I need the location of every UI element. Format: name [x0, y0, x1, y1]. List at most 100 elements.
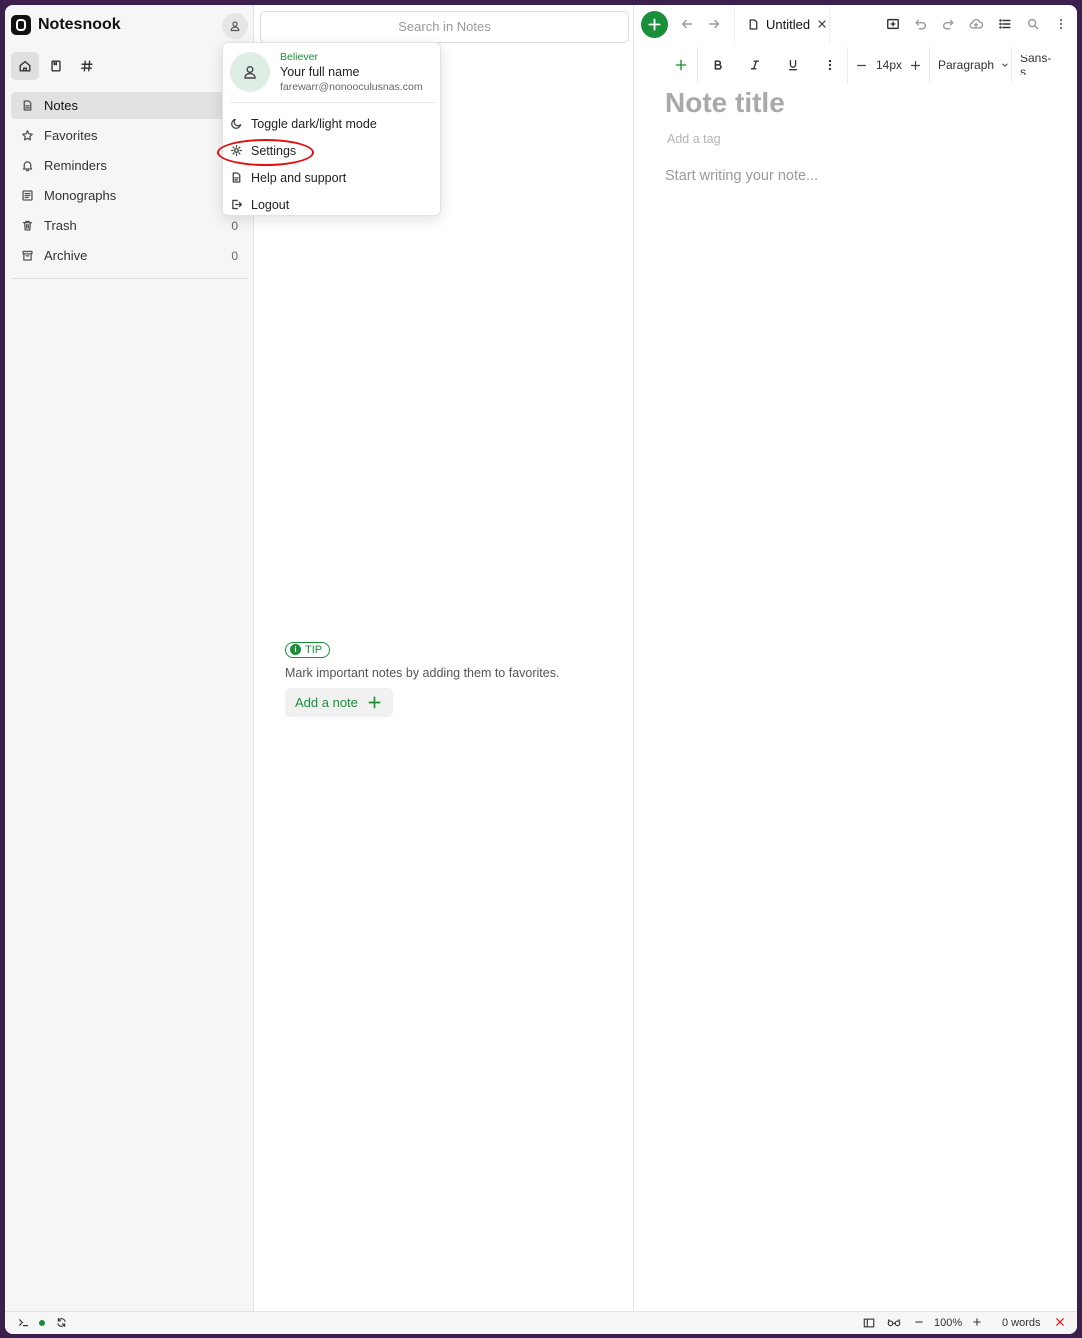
underline-button[interactable] — [785, 55, 801, 75]
bold-icon — [714, 60, 722, 70]
undo-button[interactable] — [912, 15, 930, 33]
archive-icon — [22, 250, 33, 261]
bold-button[interactable] — [710, 55, 726, 75]
user-name: Your full name — [280, 65, 360, 79]
toc-button[interactable] — [996, 15, 1014, 33]
user-icon — [230, 21, 240, 32]
more-vertical-icon — [1059, 18, 1063, 30]
sidebar-item-notes[interactable]: Notes — [11, 92, 248, 119]
toolbar-divider — [847, 47, 848, 83]
sidebar-item-count: 0 — [231, 218, 238, 233]
add-tab-icon — [887, 18, 899, 30]
sidebar-item-monographs[interactable]: Monographs — [11, 182, 248, 209]
menu-item-help[interactable]: Help and support — [230, 164, 435, 191]
arrow-right-icon — [708, 19, 720, 29]
sidebar-item-reminders[interactable]: Reminders — [11, 152, 248, 179]
new-tab-button[interactable] — [884, 15, 902, 33]
note-body-editor[interactable]: Start writing your note... — [665, 168, 818, 184]
sidebar-item-count: 0 — [231, 248, 238, 263]
sidebar-item-archive[interactable]: Archive 0 — [11, 242, 248, 269]
font-size-value: 14px — [875, 58, 903, 72]
redo-button[interactable] — [939, 15, 957, 33]
add-note-label: Add a note — [295, 694, 358, 710]
sidebar: Notesnook Notes Favorites Reminders Mono… — [5, 5, 254, 1311]
increase-font-size-button[interactable] — [907, 55, 923, 75]
help-doc-icon — [232, 172, 241, 183]
menu-item-label: Logout — [251, 197, 290, 212]
sync-button[interactable] — [967, 15, 985, 33]
menu-item-logout[interactable]: Logout — [230, 191, 435, 218]
search-button[interactable] — [1024, 15, 1042, 33]
sidebar-menu: Notes Favorites Reminders Monographs Tra — [11, 92, 248, 272]
hashtag-icon — [81, 60, 93, 72]
plan-badge: Believer — [280, 51, 318, 63]
back-button[interactable] — [678, 15, 696, 33]
italic-button[interactable] — [747, 55, 763, 75]
chevron-down-icon — [1002, 63, 1008, 67]
toolbar-divider — [1011, 47, 1012, 83]
editor-topbar: Untitled — [635, 5, 1077, 43]
toolbar-divider — [697, 47, 698, 83]
tab-notebooks[interactable] — [42, 52, 70, 80]
sidebar-item-label: Archive — [44, 248, 88, 263]
app-name: Notesnook — [38, 16, 121, 33]
trash-icon — [22, 220, 33, 231]
terminal-icon[interactable] — [18, 1317, 29, 1328]
sidebar-nav-tabs — [11, 52, 101, 80]
search-input[interactable]: Search in Notes — [260, 11, 629, 43]
profile-button[interactable] — [222, 13, 248, 39]
tab-tags[interactable] — [73, 52, 101, 80]
minus-icon — [856, 64, 866, 66]
sidebar-item-trash[interactable]: Trash 0 — [11, 212, 248, 239]
redo-icon — [943, 19, 954, 30]
plus-icon — [368, 696, 381, 708]
new-note-button[interactable] — [641, 11, 668, 38]
decrease-font-size-button[interactable] — [853, 55, 869, 75]
profile-menu-user: Believer Your full name farewarr@nonoocu… — [230, 51, 423, 93]
zoom-out-button[interactable] — [914, 1317, 924, 1327]
note-title-input[interactable]: Note title — [665, 87, 785, 119]
menu-item-toggle-theme[interactable]: Toggle dark/light mode — [230, 110, 435, 137]
home-icon — [19, 60, 31, 72]
add-tag-input[interactable]: Add a tag — [667, 132, 721, 146]
tip-badge: i TIP — [285, 641, 331, 658]
empty-state-tip: i TIP Mark important notes by adding the… — [285, 640, 605, 717]
status-bar: 100% 0 words — [5, 1311, 1077, 1334]
user-email: farewarr@nonooculusnas.com — [280, 81, 423, 93]
forward-button[interactable] — [705, 15, 723, 33]
refresh-icon[interactable] — [56, 1317, 67, 1328]
note-icon — [23, 100, 32, 111]
sidebar-item-favorites[interactable]: Favorites — [11, 122, 248, 149]
search-icon — [1027, 18, 1039, 30]
sidebar-item-label: Favorites — [44, 128, 98, 143]
more-vertical-icon — [828, 59, 832, 71]
zoom-in-button[interactable] — [972, 1317, 982, 1327]
note-icon — [749, 18, 758, 30]
sidebar-layout-icon — [863, 1318, 875, 1328]
focus-mode-button[interactable] — [887, 1317, 901, 1328]
plus-icon — [648, 18, 661, 31]
user-info: Believer Your full name farewarr@nonoocu… — [280, 51, 423, 93]
more-options-button[interactable] — [1052, 15, 1070, 33]
close-icon[interactable] — [816, 18, 828, 30]
notesnook-logo-icon — [11, 15, 31, 35]
avatar — [230, 52, 270, 92]
user-icon — [244, 66, 256, 79]
more-formatting-button[interactable] — [822, 55, 838, 75]
layout-toggle-button[interactable] — [863, 1317, 875, 1329]
sidebar-item-label: Trash — [44, 218, 77, 233]
block-type-select[interactable]: Paragraph — [938, 55, 1009, 75]
zoom-level: 100% — [934, 1317, 963, 1329]
sidebar-divider — [11, 278, 248, 279]
app-window: Notesnook Notes Favorites Reminders Mono… — [5, 5, 1077, 1334]
tab-untitled[interactable]: Untitled — [734, 5, 830, 43]
add-note-button[interactable]: Add a note — [285, 687, 393, 717]
insert-button[interactable] — [673, 55, 689, 75]
font-family-select[interactable]: Sans-s — [1020, 55, 1054, 75]
close-status-button[interactable] — [1055, 1317, 1065, 1327]
editor-pane: Untitled 14px Paragraph Sans-s Note titl… — [635, 5, 1077, 1311]
plus-icon — [675, 59, 687, 71]
tab-home[interactable] — [11, 52, 39, 80]
tab-title: Untitled — [766, 16, 811, 32]
sidebar-item-label: Notes — [44, 98, 78, 113]
